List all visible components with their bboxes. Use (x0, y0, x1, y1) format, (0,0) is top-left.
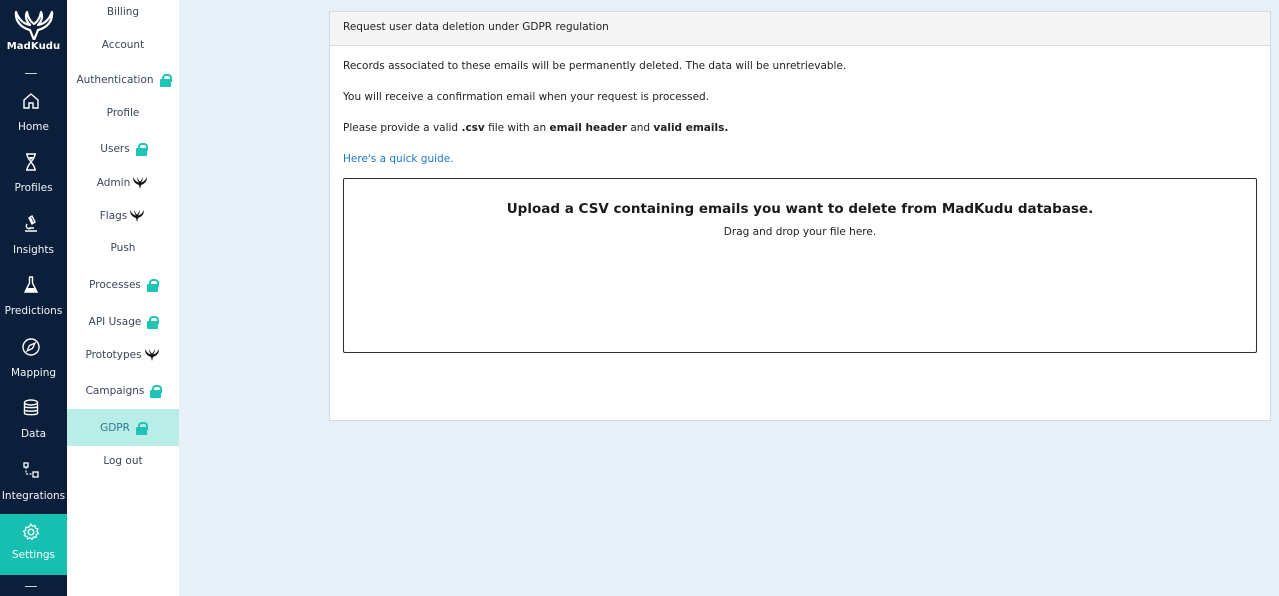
lock-icon (135, 421, 148, 435)
settings-item-label: Push (110, 242, 136, 254)
settings-item-authentication[interactable]: Authentication (67, 62, 179, 98)
settings-item-log-out[interactable]: Log out (67, 443, 179, 479)
nav-divider (25, 73, 37, 74)
nav-item-label: Settings (11, 549, 56, 561)
settings-item-gdpr[interactable]: GDPR (67, 409, 179, 446)
panel-title: Request user data deletion under GDPR re… (330, 12, 1270, 46)
nav-item-insights[interactable]: Insights (0, 214, 67, 275)
settings-item-label: Campaigns (85, 385, 145, 397)
nav-item-label: Data (20, 428, 47, 440)
instructions-text: Please provide a valid .csv file with an… (343, 122, 729, 134)
brand-name: MadKudu (6, 41, 61, 52)
quick-guide-link[interactable]: Here's a quick guide. (343, 153, 1257, 166)
integrations-icon (23, 462, 39, 478)
hourglass-icon (26, 153, 36, 171)
settings-item-label: Users (100, 143, 130, 155)
settings-item-label: Authentication (76, 74, 154, 86)
antler-icon (133, 177, 148, 189)
kudu-antler-icon (14, 10, 53, 40)
settings-item-api-usage[interactable]: API Usage (67, 304, 179, 340)
settings-item-billing[interactable]: Billing (67, 0, 179, 30)
nav-item-mapping[interactable]: Mapping (0, 337, 67, 398)
nav-item-home[interactable]: Home (0, 91, 67, 152)
settings-item-label: Profile (106, 107, 140, 119)
nav-item-label: Mapping (10, 367, 57, 379)
nav-item-predictions[interactable]: Predictions (0, 275, 67, 336)
dropzone-hint: Drag and drop your file here. (723, 226, 877, 238)
settings-item-prototypes[interactable]: Prototypes (67, 337, 179, 373)
settings-item-label: Processes (89, 279, 141, 291)
settings-item-account[interactable]: Account (67, 27, 179, 63)
warning-text: Records associated to these emails will … (343, 60, 847, 72)
lock-icon (135, 143, 148, 156)
gear-icon (22, 523, 40, 540)
settings-item-processes[interactable]: Processes (67, 267, 179, 303)
nav-item-label: Predictions (4, 305, 63, 317)
antler-icon (144, 349, 159, 361)
lock-icon (147, 316, 160, 329)
settings-item-label: GDPR (100, 421, 130, 434)
lock-icon (150, 385, 163, 398)
csv-dropzone[interactable]: Upload a CSV containing emails you want … (343, 178, 1257, 353)
nav-item-label: Home (17, 121, 49, 133)
settings-item-push[interactable]: Push (67, 230, 179, 266)
nav-item-profiles[interactable]: Profiles (0, 152, 67, 213)
settings-item-label: API Usage (88, 316, 142, 328)
nav-item-label: Profiles (14, 182, 53, 194)
microscope-icon (25, 214, 37, 232)
main-nav: MadKudu Home Profiles Insights Predictio… (0, 0, 67, 596)
nav-item-label: Insights (12, 244, 55, 256)
nav-item-data[interactable]: Data (0, 398, 67, 459)
settings-item-label: Flags (99, 210, 128, 222)
lock-icon (146, 279, 159, 292)
madkudu-logo[interactable]: MadKudu (0, 10, 67, 52)
settings-item-label: Log out (103, 455, 143, 467)
settings-item-label: Admin (96, 177, 131, 189)
settings-submenu: Billing Account Authentication Profile U… (67, 0, 179, 596)
dropzone-title: Upload a CSV containing emails you want … (506, 201, 1094, 217)
panel-body: Records associated to these emails will … (330, 46, 1270, 166)
confirmation-text: You will receive a confirmation email wh… (343, 91, 710, 103)
settings-item-campaigns[interactable]: Campaigns (67, 373, 179, 409)
flask-icon (23, 276, 39, 293)
lock-icon (159, 74, 172, 87)
settings-item-users[interactable]: Users (67, 131, 179, 167)
settings-item-flags[interactable]: Flags (67, 198, 179, 234)
compass-icon (22, 338, 40, 356)
nav-item-settings[interactable]: Settings (0, 514, 67, 575)
gdpr-panel: Request user data deletion under GDPR re… (329, 11, 1271, 421)
settings-item-profile[interactable]: Profile (67, 95, 179, 131)
settings-item-label: Billing (106, 6, 140, 18)
antler-icon (130, 210, 145, 222)
nav-divider (25, 586, 37, 587)
settings-item-label: Account (101, 39, 145, 51)
home-icon (23, 93, 39, 109)
nav-item-label: Integrations (1, 490, 66, 502)
nav-item-integrations[interactable]: Integrations (0, 460, 67, 521)
settings-item-label: Prototypes (85, 349, 142, 361)
database-icon (23, 399, 39, 416)
settings-item-admin[interactable]: Admin (67, 165, 179, 201)
